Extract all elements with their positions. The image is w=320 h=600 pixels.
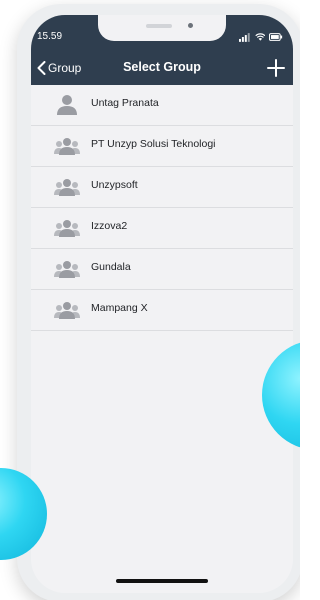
person-icon	[57, 95, 77, 115]
group-item-label: Gundala	[91, 261, 131, 273]
group-item-pt-unzyp[interactable]: PT Unzyp Solusi Teknologi	[31, 126, 293, 167]
group-item-label: Izzova2	[91, 220, 128, 232]
plus-icon[interactable]	[267, 59, 285, 77]
group-icon	[54, 179, 80, 196]
group-icon	[54, 302, 80, 319]
status-time: 15.59	[37, 31, 63, 42]
group-icon	[54, 220, 80, 237]
group-item-untag-pranata[interactable]: Untag Pranata	[31, 85, 293, 126]
phone-notch	[98, 15, 226, 41]
page-title: Select Group	[123, 60, 201, 74]
group-list: Untag Pranata PT Unzyp Solusi Teknologi	[31, 85, 293, 331]
group-item-label: Untag Pranata	[91, 97, 159, 109]
group-item-label: PT Unzyp Solusi Teknologi	[91, 138, 216, 150]
marketing-stage: 15.59 Group Select Group Untag Pranata P…	[0, 0, 300, 600]
group-item-label: Mampang X	[91, 302, 148, 314]
group-item-unzypsoft[interactable]: Unzypsoft	[31, 167, 293, 208]
signal-icon	[239, 33, 250, 42]
front-camera	[188, 23, 193, 28]
home-indicator[interactable]	[116, 579, 208, 583]
group-icon	[54, 138, 80, 155]
group-item-izzova2[interactable]: Izzova2	[31, 208, 293, 249]
status-icons	[239, 31, 283, 43]
phone-screen: 15.59 Group Select Group Untag Pranata P…	[31, 15, 293, 593]
group-item-mampang-x[interactable]: Mampang X	[31, 290, 293, 331]
group-item-label: Unzypsoft	[91, 179, 138, 191]
group-item-gundala[interactable]: Gundala	[31, 249, 293, 290]
speaker-grille	[146, 24, 172, 28]
battery-icon	[269, 33, 283, 41]
group-icon	[54, 261, 80, 278]
wifi-icon	[254, 33, 266, 41]
